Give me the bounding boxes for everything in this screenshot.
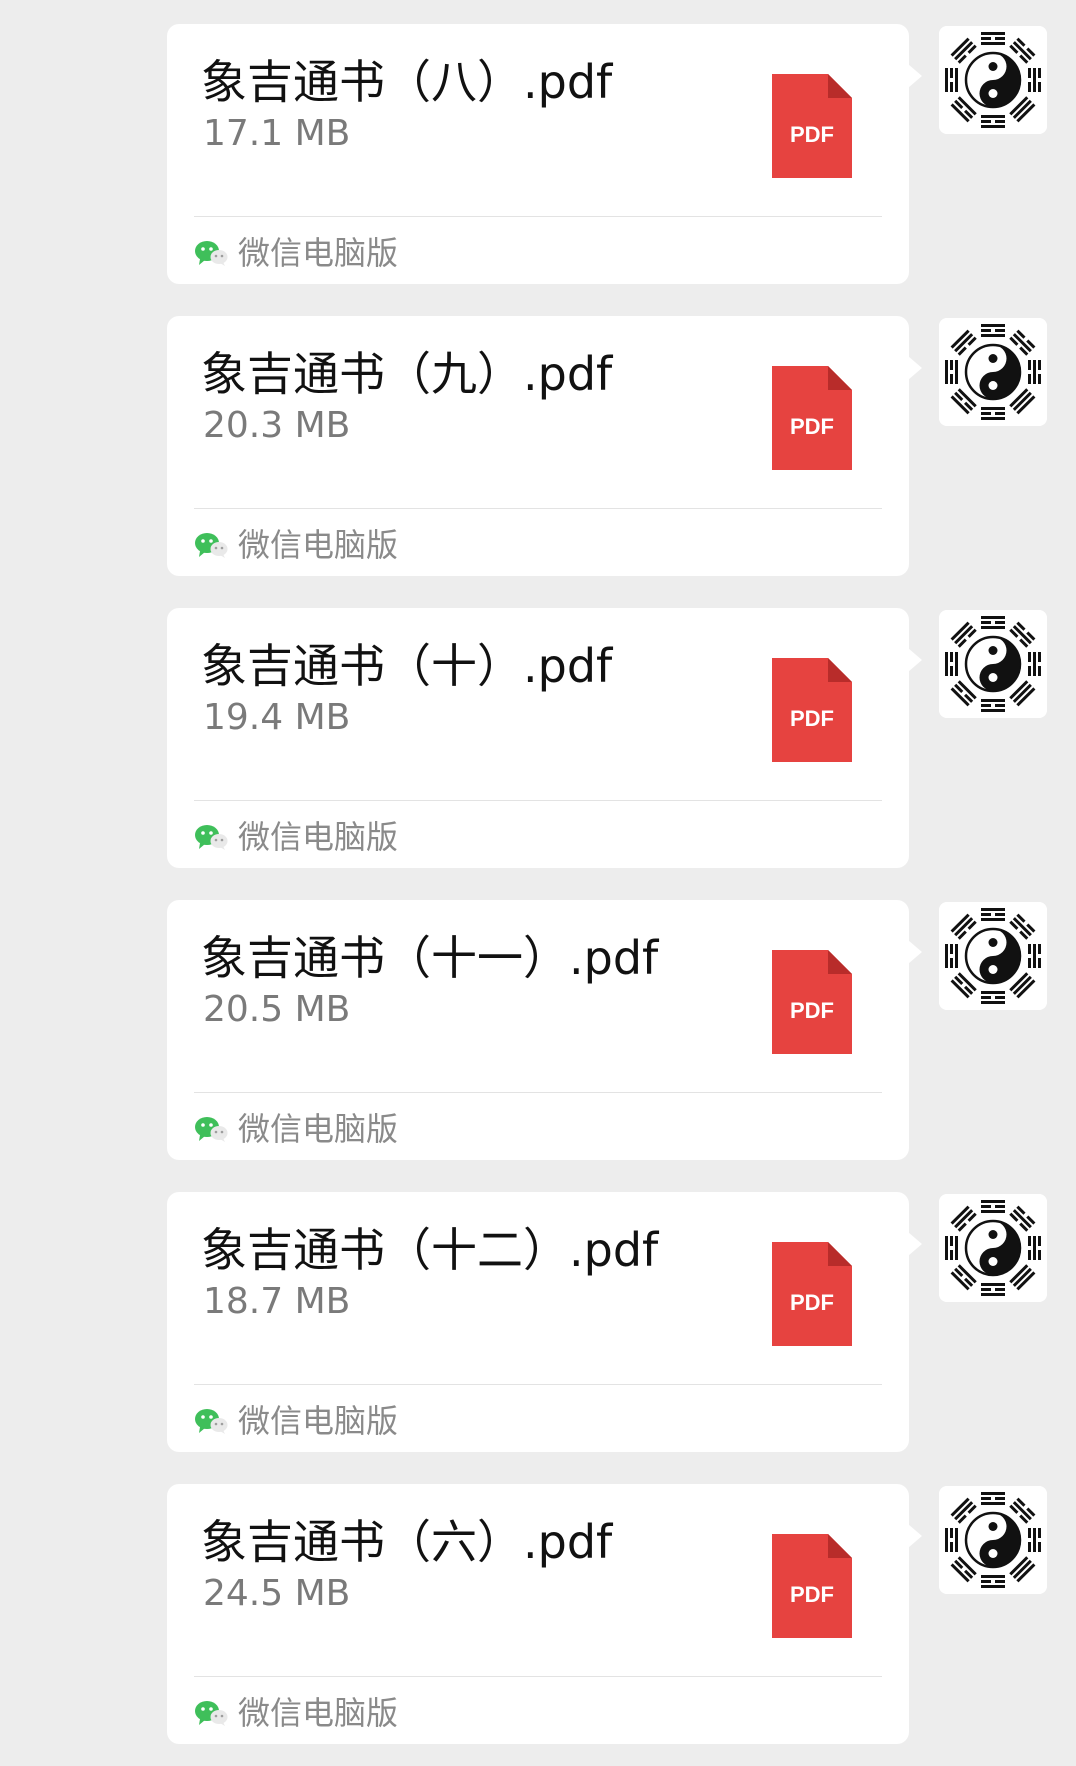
sender-avatar[interactable] xyxy=(939,1194,1047,1302)
pdf-file-icon: PDF xyxy=(772,1534,852,1638)
sender-avatar[interactable] xyxy=(939,902,1047,1010)
source-label: 微信电脑版 xyxy=(238,526,399,564)
file-message-bubble[interactable]: 象吉通书（六）.pdf 24.5 MB PDF 微信电脑版 xyxy=(167,1484,922,1744)
sender-avatar[interactable] xyxy=(939,1486,1047,1594)
pdf-file-icon: PDF xyxy=(772,366,852,470)
file-message-bubble[interactable]: 象吉通书（九）.pdf 20.3 MB PDF 微信电脑版 xyxy=(167,316,922,576)
bagua-yinyang-icon xyxy=(939,610,1047,718)
file-message-bubble[interactable]: 象吉通书（十）.pdf 19.4 MB PDF 微信电脑版 xyxy=(167,608,922,868)
bagua-yinyang-icon xyxy=(939,318,1047,426)
message-row: 象吉通书（十一）.pdf 20.5 MB PDF 微信电脑版 xyxy=(0,900,1076,1162)
file-name: 象吉通书（十一）.pdf xyxy=(201,931,659,985)
pdf-file-type-label: PDF xyxy=(790,414,834,439)
wechat-icon xyxy=(195,1117,228,1142)
wechat-icon xyxy=(195,825,228,850)
file-name: 象吉通书（十二）.pdf xyxy=(201,1223,659,1277)
source-label: 微信电脑版 xyxy=(238,234,399,272)
bagua-yinyang-icon xyxy=(939,902,1047,1010)
file-size: 18.7 MB xyxy=(203,1281,351,1322)
divider xyxy=(194,1092,882,1093)
pdf-file-icon: PDF xyxy=(772,1242,852,1346)
source-label: 微信电脑版 xyxy=(238,1110,399,1148)
sender-avatar[interactable] xyxy=(939,318,1047,426)
bagua-yinyang-icon xyxy=(939,1486,1047,1594)
pdf-file-type-label: PDF xyxy=(790,1290,834,1315)
message-row: 象吉通书（十二）.pdf 18.7 MB PDF 微信电脑版 xyxy=(0,1192,1076,1454)
file-size: 20.3 MB xyxy=(203,405,351,446)
file-message-bubble[interactable]: 象吉通书（十二）.pdf 18.7 MB PDF 微信电脑版 xyxy=(167,1192,922,1452)
file-name: 象吉通书（八）.pdf xyxy=(201,55,613,109)
source-label: 微信电脑版 xyxy=(238,1694,399,1732)
sender-avatar[interactable] xyxy=(939,610,1047,718)
wechat-icon xyxy=(195,1701,228,1726)
bagua-yinyang-icon xyxy=(939,26,1047,134)
file-name: 象吉通书（六）.pdf xyxy=(201,1515,613,1569)
file-message-bubble[interactable]: 象吉通书（十一）.pdf 20.5 MB PDF 微信电脑版 xyxy=(167,900,922,1160)
divider xyxy=(194,1676,882,1677)
file-size: 20.5 MB xyxy=(203,989,351,1030)
divider xyxy=(194,800,882,801)
divider xyxy=(194,1384,882,1385)
pdf-file-icon: PDF xyxy=(772,74,852,178)
pdf-file-type-label: PDF xyxy=(790,1582,834,1607)
pdf-file-type-label: PDF xyxy=(790,706,834,731)
wechat-icon xyxy=(195,241,228,266)
bagua-yinyang-icon xyxy=(939,1194,1047,1302)
message-row: 象吉通书（六）.pdf 24.5 MB PDF 微信电脑版 xyxy=(0,1484,1076,1746)
file-size: 24.5 MB xyxy=(203,1573,351,1614)
message-row: 象吉通书（十）.pdf 19.4 MB PDF 微信电脑版 xyxy=(0,608,1076,870)
divider xyxy=(194,508,882,509)
file-size: 17.1 MB xyxy=(203,113,351,154)
wechat-icon xyxy=(195,1409,228,1434)
source-label: 微信电脑版 xyxy=(238,1402,399,1440)
source-label: 微信电脑版 xyxy=(238,818,399,856)
divider xyxy=(194,216,882,217)
pdf-file-icon: PDF xyxy=(772,950,852,1054)
sender-avatar[interactable] xyxy=(939,26,1047,134)
file-message-bubble[interactable]: 象吉通书（八）.pdf 17.1 MB PDF 微信电脑版 xyxy=(167,24,922,284)
wechat-icon xyxy=(195,533,228,558)
pdf-file-type-label: PDF xyxy=(790,998,834,1023)
message-row: 象吉通书（九）.pdf 20.3 MB PDF 微信电脑版 xyxy=(0,316,1076,578)
file-size: 19.4 MB xyxy=(203,697,351,738)
file-name: 象吉通书（十）.pdf xyxy=(201,639,613,693)
chat-message-list[interactable]: 象吉通书（八）.pdf 17.1 MB PDF 微信电脑版 象吉通书（九）.pd… xyxy=(0,0,1076,1766)
file-name: 象吉通书（九）.pdf xyxy=(201,347,613,401)
pdf-file-type-label: PDF xyxy=(790,122,834,147)
message-row: 象吉通书（八）.pdf 17.1 MB PDF 微信电脑版 xyxy=(0,24,1076,286)
pdf-file-icon: PDF xyxy=(772,658,852,762)
